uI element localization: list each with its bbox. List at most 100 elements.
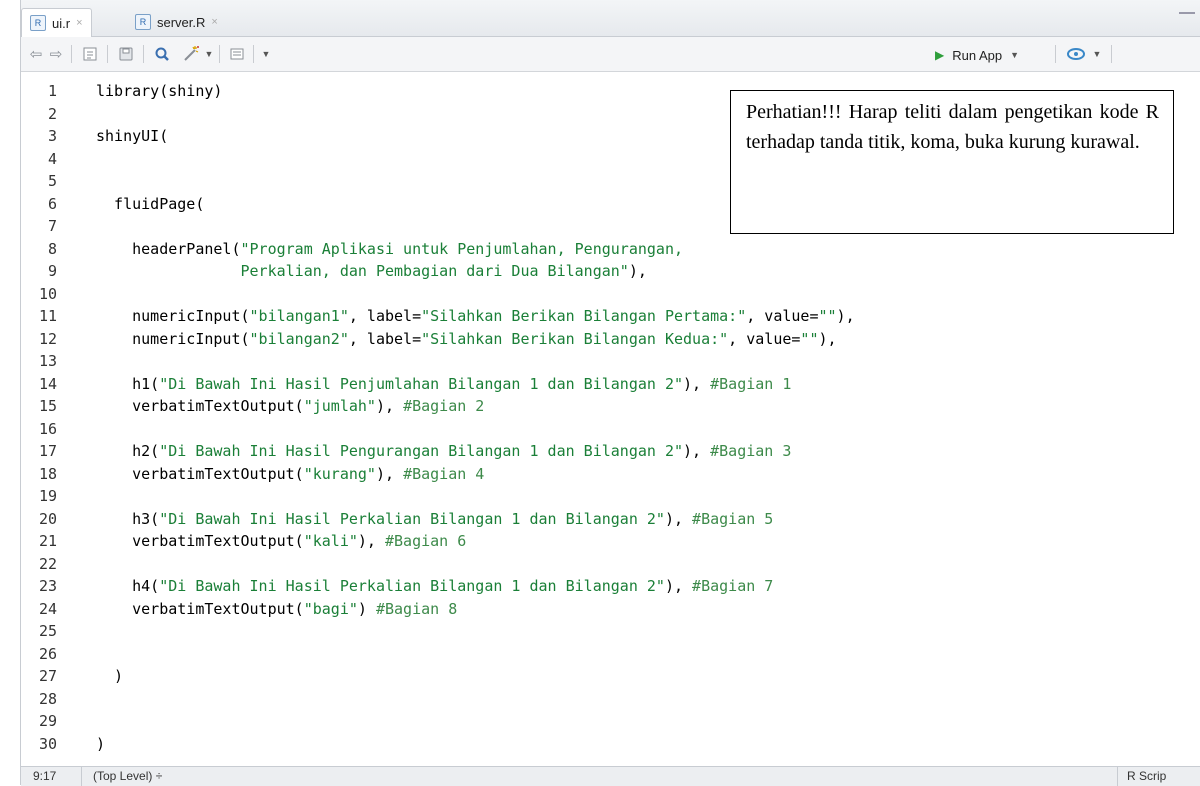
code-token: headerPanel(: [96, 239, 241, 258]
tab-ui-r[interactable]: R ui.r ×: [21, 8, 92, 37]
source-icon[interactable]: [79, 43, 101, 65]
string-token: "bilangan2": [249, 329, 349, 348]
code-line: 9 Perkalian, dan Pembagian dari Dua Bila…: [21, 260, 1200, 283]
string-token: "Di Bawah Ini Hasil Perkalian Bilangan 1…: [159, 509, 665, 528]
string-token: "": [818, 307, 837, 325]
line-number: 10: [38, 284, 57, 303]
line-number: 6: [47, 194, 57, 213]
code-text: h2("Di Bawah Ini Hasil Pengurangan Bilan…: [96, 440, 791, 463]
code-token: ),: [664, 509, 693, 528]
line-number: 26: [38, 644, 57, 663]
code-line: 23 h4("Di Bawah Ini Hasil Perkalian Bila…: [21, 575, 1200, 598]
line-number: 24: [38, 599, 57, 618]
code-line: 22: [21, 553, 1200, 576]
code-line: 13: [21, 350, 1200, 373]
divider: [71, 45, 72, 63]
comment-token: #Bagian 4: [403, 464, 485, 483]
code-line: 14 h1("Di Bawah Ini Hasil Penjumlahan Bi…: [21, 373, 1200, 396]
save-icon[interactable]: [115, 43, 137, 65]
code-token: ),: [628, 262, 647, 280]
line-number: 5: [47, 172, 57, 190]
string-token: "jumlah": [303, 397, 376, 415]
code-token: h2(: [96, 442, 160, 460]
code-line: 20 h3("Di Bawah Ini Hasil Perkalian Bila…: [21, 508, 1200, 531]
code-token: , value=: [728, 329, 801, 348]
code-token: , label=: [348, 329, 422, 348]
code-token: ),: [375, 397, 404, 415]
code-text: verbatimTextOutput("jumlah"), #Bagian 2: [96, 395, 484, 418]
code-token: library(shiny): [96, 82, 223, 100]
code-text: h4("Di Bawah Ini Hasil Perkalian Bilanga…: [96, 575, 773, 598]
back-icon[interactable]: ⇦: [27, 43, 45, 65]
line-number: 16: [38, 419, 57, 438]
code-token: ),: [357, 532, 385, 550]
code-token: shinyUI(: [96, 127, 169, 145]
minimize-icon[interactable]: [1179, 12, 1195, 18]
publish-icon[interactable]: [1063, 43, 1089, 65]
code-line: 8 headerPanel("Program Aplikasi untuk Pe…: [21, 238, 1200, 261]
line-number: 8: [47, 239, 57, 258]
line-number: 29: [38, 712, 57, 730]
code-token: ),: [683, 442, 711, 460]
code-text: numericInput("bilangan1", label="Silahka…: [96, 305, 855, 328]
tab-bar: R ui.r × R server.R ×: [21, 0, 1200, 37]
r-file-icon: R: [30, 15, 46, 31]
code-line: 11 numericInput("bilangan1", label="Sila…: [21, 305, 1200, 328]
code-token: fluidPage(: [96, 194, 205, 213]
divider: [1055, 45, 1056, 63]
code-line: 16: [21, 418, 1200, 441]
code-line: 15 verbatimTextOutput("jumlah"), #Bagian…: [21, 395, 1200, 418]
comment-token: #Bagian 3: [710, 442, 792, 460]
line-number: 18: [38, 464, 57, 483]
code-text: headerPanel("Program Aplikasi untuk Penj…: [96, 238, 683, 261]
line-number: 2: [47, 104, 57, 123]
line-number: 7: [47, 217, 57, 235]
code-token: verbatimTextOutput(: [96, 599, 304, 618]
code-token: ): [96, 734, 106, 753]
code-token: h4(: [96, 577, 160, 595]
comment-token: #Bagian 2: [403, 397, 485, 415]
chevron-down-icon[interactable]: ▼: [1091, 43, 1103, 65]
file-type-selector[interactable]: R Scrip: [1127, 769, 1166, 783]
chevron-down-icon[interactable]: ▼: [1010, 50, 1019, 60]
forward-icon[interactable]: ⇨: [47, 43, 65, 65]
code-line: 25: [21, 620, 1200, 643]
compile-report-icon[interactable]: [225, 43, 249, 65]
close-icon[interactable]: ×: [76, 17, 82, 29]
string-token: Perkalian, dan Pembagian dari Dua Bilang…: [96, 262, 629, 280]
more-icon[interactable]: ▼: [259, 43, 273, 65]
code-text: ): [96, 733, 105, 756]
code-text: fluidPage(: [96, 193, 204, 216]
divider: [1111, 45, 1112, 63]
line-number: 23: [38, 577, 57, 595]
code-line: 24 verbatimTextOutput("bagi") #Bagian 8: [21, 598, 1200, 621]
line-number: 17: [38, 442, 57, 460]
line-number: 27: [38, 667, 57, 685]
line-number: 3: [47, 127, 57, 145]
code-line: 12 numericInput("bilangan2", label="Sila…: [21, 328, 1200, 351]
code-token: , value=: [746, 307, 819, 325]
line-number: 13: [38, 352, 57, 370]
comment-token: #Bagian 6: [385, 532, 467, 550]
line-number: 21: [38, 532, 57, 550]
comment-token: #Bagian 1: [710, 374, 792, 393]
line-number: 30: [38, 734, 57, 753]
code-token: ),: [375, 464, 404, 483]
magic-wand-icon[interactable]: [179, 43, 203, 65]
run-app-button[interactable]: ▶ Run App ▼: [935, 44, 1019, 66]
code-text: numericInput("bilangan2", label="Silahka…: [96, 328, 837, 351]
code-token: ),: [818, 329, 837, 348]
tab-server-r[interactable]: R server.R ×: [127, 8, 226, 36]
line-number: 4: [47, 149, 57, 168]
code-token: , label=: [348, 307, 422, 325]
code-text: verbatimTextOutput("bagi") #Bagian 8: [96, 598, 457, 621]
code-token: ): [357, 599, 376, 618]
chevron-down-icon[interactable]: ▼: [203, 43, 215, 65]
code-line: 30): [21, 733, 1200, 756]
close-icon[interactable]: ×: [211, 16, 217, 28]
code-token: numericInput(: [96, 307, 250, 325]
search-icon[interactable]: [151, 43, 173, 65]
divider: [253, 45, 254, 63]
scope-selector[interactable]: (Top Level) ÷: [93, 769, 162, 783]
line-number: 9: [47, 262, 57, 280]
